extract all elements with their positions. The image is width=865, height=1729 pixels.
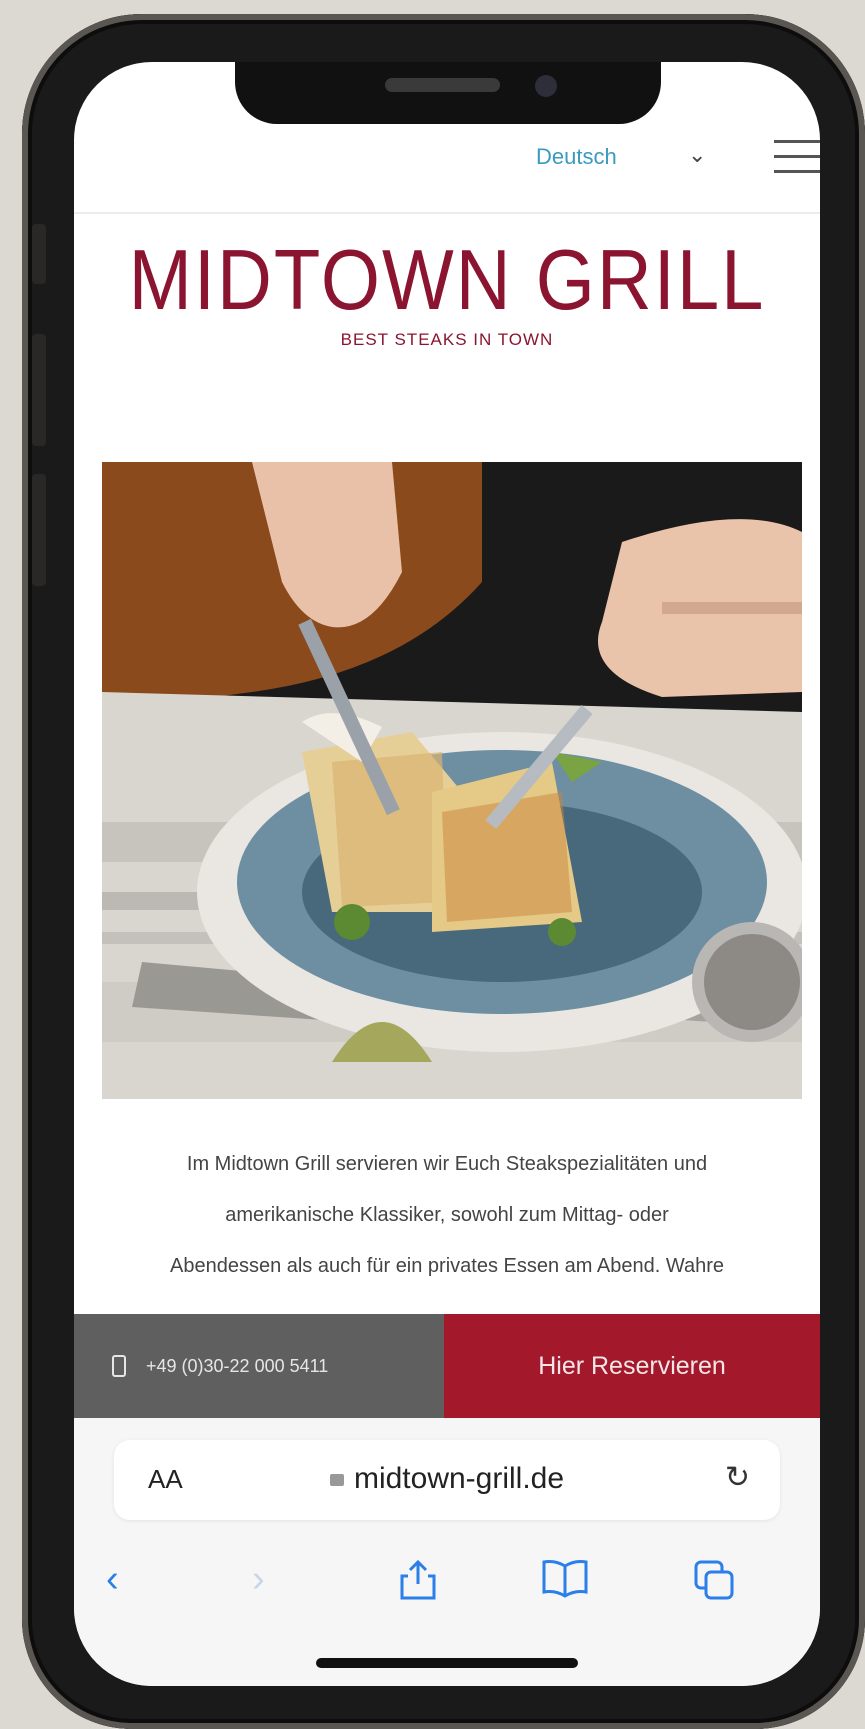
share-icon[interactable] <box>398 1558 438 1612</box>
intro-line-1: Im Midtown Grill servieren wir Euch Stea… <box>186 1153 708 1175</box>
mute-switch <box>32 224 46 284</box>
volume-up-button <box>32 334 46 446</box>
home-indicator <box>316 1658 578 1668</box>
notch <box>235 62 661 124</box>
language-selector[interactable]: Deutsch <box>536 144 617 170</box>
phone-number: +49 (0)30-22 000 5411 <box>146 1355 329 1376</box>
forward-icon[interactable]: › <box>252 1558 265 1601</box>
phone-icon <box>112 1355 126 1377</box>
brand-logo[interactable]: MIDTOWN GRILL BEST STEAKS IN TOWN <box>74 233 820 350</box>
back-icon[interactable]: ‹ <box>106 1558 119 1601</box>
volume-down-button <box>32 474 46 586</box>
intro-line-2: amerikanische Klassiker, sowohl zum Mitt… <box>225 1204 669 1226</box>
tabs-icon[interactable] <box>692 1558 736 1612</box>
lock-icon <box>329 1474 344 1486</box>
screen: Deutsch ⌄ MIDTOWN GRILL BEST STEAKS IN T… <box>74 62 820 1686</box>
url-text: midtown-grill.de <box>353 1462 565 1495</box>
hero-image <box>102 462 802 1099</box>
hamburger-menu-icon[interactable] <box>774 140 820 180</box>
brand-tagline: BEST STEAKS IN TOWN <box>340 330 554 349</box>
reserve-button[interactable]: Hier Reservieren <box>444 1314 820 1418</box>
url-display[interactable]: midtown-grill.de <box>114 1462 780 1496</box>
intro-text: Im Midtown Grill servieren wir Euch Stea… <box>92 1139 802 1292</box>
hero-food-photo <box>102 462 802 1099</box>
browser-chrome: AA midtown-grill.de ↻ ‹ › <box>74 1418 820 1686</box>
address-bar[interactable]: AA midtown-grill.de ↻ <box>114 1440 780 1520</box>
contact-bar: +49 (0)30-22 000 5411 Hier Reservieren <box>74 1314 820 1418</box>
intro-line-3: Abendessen als auch für ein privates Ess… <box>169 1255 725 1277</box>
reload-icon[interactable]: ↻ <box>725 1460 750 1495</box>
bookmarks-icon[interactable] <box>540 1558 590 1608</box>
front-camera <box>535 75 557 97</box>
brand-title: MIDTOWN GRILL <box>128 232 766 329</box>
call-button[interactable]: +49 (0)30-22 000 5411 <box>74 1314 444 1418</box>
chevron-down-icon[interactable]: ⌄ <box>688 142 706 168</box>
speaker-grille <box>385 78 500 92</box>
